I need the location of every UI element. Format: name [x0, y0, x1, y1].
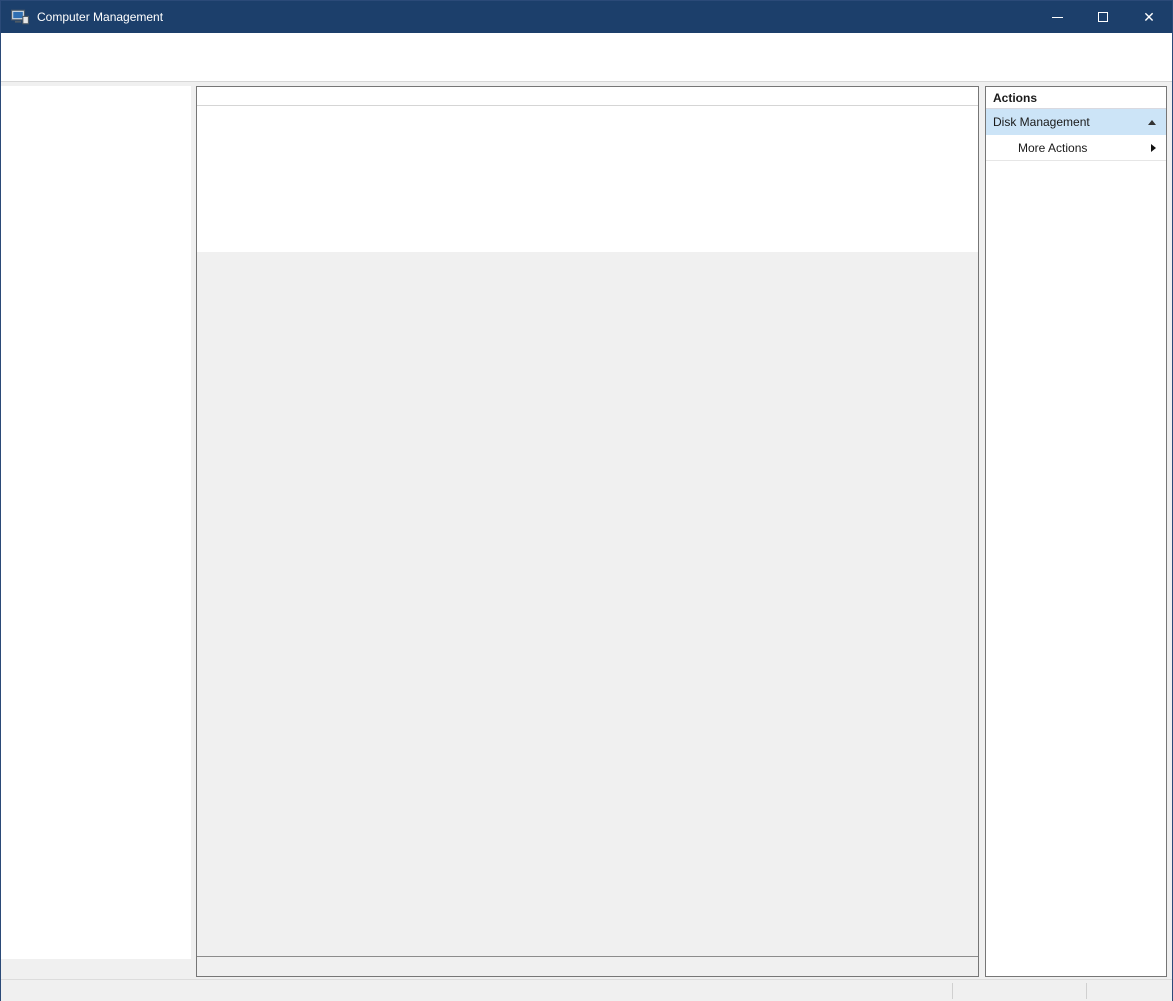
disk-list [197, 270, 962, 956]
close-button[interactable]: ✕ [1126, 1, 1172, 33]
maximize-icon [1098, 12, 1108, 22]
disk-vertical-scrollbar[interactable] [962, 270, 978, 956]
collapse-icon [1148, 120, 1156, 125]
app-icon [11, 8, 29, 26]
menu-bar [1, 33, 1172, 54]
maximize-button[interactable] [1080, 1, 1126, 33]
window-title: Computer Management [37, 10, 163, 24]
more-actions-item[interactable]: More Actions [986, 135, 1166, 161]
submenu-arrow-icon [1151, 144, 1156, 152]
volume-horizontal-scrollbar[interactable] [197, 252, 978, 270]
more-actions-label: More Actions [1018, 141, 1087, 155]
toolbar [1, 54, 1172, 82]
actions-group-disk-management[interactable]: Disk Management [986, 109, 1166, 135]
status-bar [1, 979, 1172, 1001]
disk-graph-area [197, 270, 978, 956]
tree-horizontal-scrollbar[interactable] [1, 959, 191, 977]
console-tree [1, 86, 191, 959]
disk-management-panel [196, 86, 979, 977]
actions-header: Actions [986, 87, 1166, 109]
partition-legend [197, 956, 978, 976]
minimize-icon [1052, 17, 1063, 18]
minimize-button[interactable] [1034, 1, 1080, 33]
console-tree-panel [1, 86, 191, 977]
actions-panel: Actions Disk Management More Actions [985, 86, 1167, 977]
title-bar: Computer Management ✕ [1, 1, 1172, 33]
close-icon: ✕ [1143, 10, 1155, 24]
volume-list-header [197, 87, 978, 106]
computer-management-window: Computer Management ✕ Actions Disk Manag… [0, 0, 1173, 1001]
volume-list [197, 87, 978, 252]
actions-group-label: Disk Management [993, 115, 1090, 129]
